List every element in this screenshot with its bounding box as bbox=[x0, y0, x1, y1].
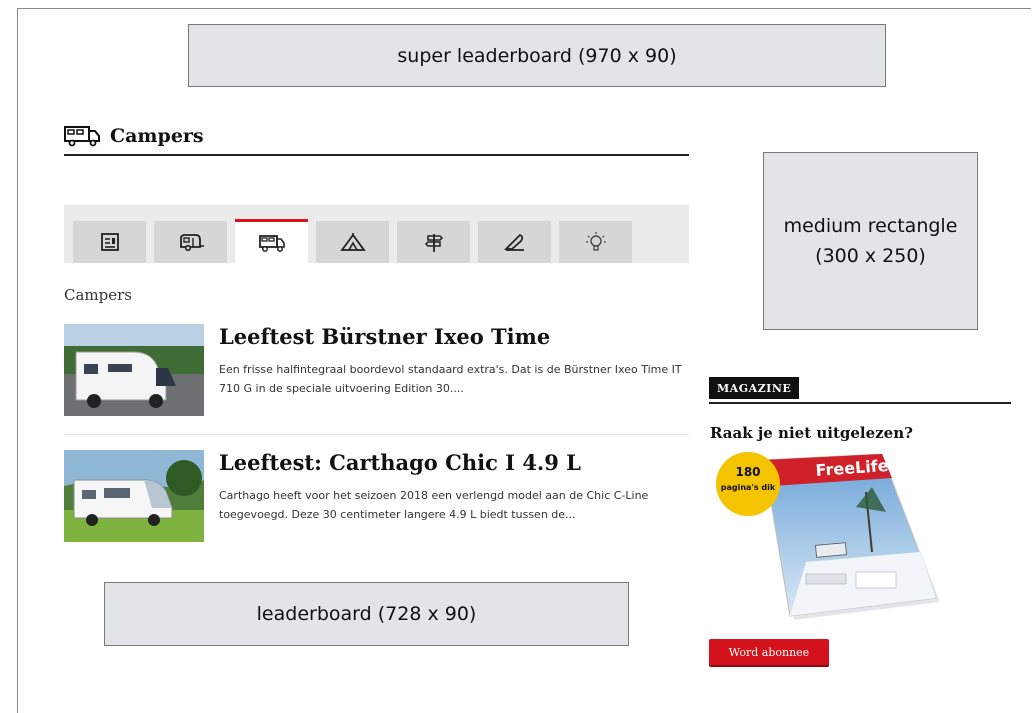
tab-campers[interactable] bbox=[235, 219, 308, 263]
knife-icon bbox=[503, 233, 524, 251]
article-item[interactable]: Leeftest: Carthago Chic I 4.9 L Carthago… bbox=[64, 450, 689, 545]
tab-routes[interactable] bbox=[397, 221, 470, 263]
section-title: Campers bbox=[110, 125, 204, 147]
caravan-icon bbox=[179, 234, 204, 252]
tab-news[interactable] bbox=[73, 221, 146, 263]
article-title[interactable]: Leeftest Bürstner Ixeo Time bbox=[219, 324, 550, 349]
motorhome-photo bbox=[64, 450, 204, 542]
signpost-icon bbox=[424, 234, 443, 252]
magazine-cover: FreeLife bbox=[763, 453, 940, 620]
article-thumbnail[interactable] bbox=[64, 324, 204, 416]
magazine-heading: Raak je niet uitgelezen? bbox=[710, 424, 913, 442]
pages-badge: 180 pagina's dik bbox=[716, 452, 780, 516]
tab-tips[interactable] bbox=[559, 221, 632, 263]
magazine-cover-image[interactable]: FreeLife 180 pagina's dik bbox=[706, 452, 946, 632]
leaderboard-ad[interactable]: leaderboard (728 x 90) bbox=[104, 582, 629, 646]
breadcrumb[interactable]: Campers bbox=[64, 286, 132, 304]
badge-text: pagina's dik bbox=[721, 483, 776, 492]
article-excerpt: Carthago heeft voor het seizoen 2018 een… bbox=[219, 489, 649, 521]
article-item[interactable]: Leeftest Bürstner Ixeo Time Een frisse h… bbox=[64, 324, 689, 419]
magazine-divider bbox=[709, 402, 1011, 404]
subscribe-button[interactable]: Word abonnee bbox=[709, 639, 829, 665]
section-header: Campers bbox=[64, 118, 689, 156]
lightbulb-icon bbox=[585, 232, 606, 251]
tab-camping[interactable] bbox=[316, 221, 389, 263]
magazine-label: MAGAZINE bbox=[709, 377, 800, 399]
tent-icon bbox=[339, 233, 366, 251]
medium-rectangle-ad[interactable]: medium rectangle (300 x 250) bbox=[763, 152, 978, 330]
article-excerpt: Een frisse halfintegraal boordevol stand… bbox=[219, 363, 682, 395]
article-thumbnail[interactable] bbox=[64, 450, 204, 542]
news-icon bbox=[100, 233, 119, 251]
tab-caravans[interactable] bbox=[154, 221, 227, 263]
super-leaderboard-ad[interactable]: super leaderboard (970 x 90) bbox=[188, 24, 886, 87]
camper-photo bbox=[64, 324, 204, 416]
camper-icon bbox=[258, 234, 285, 252]
camper-icon bbox=[64, 126, 100, 147]
badge-number: 180 bbox=[735, 465, 760, 479]
article-divider bbox=[64, 434, 689, 435]
article-title[interactable]: Leeftest: Carthago Chic I 4.9 L bbox=[219, 450, 581, 475]
category-tabs bbox=[64, 205, 689, 263]
tab-gear[interactable] bbox=[478, 221, 551, 263]
